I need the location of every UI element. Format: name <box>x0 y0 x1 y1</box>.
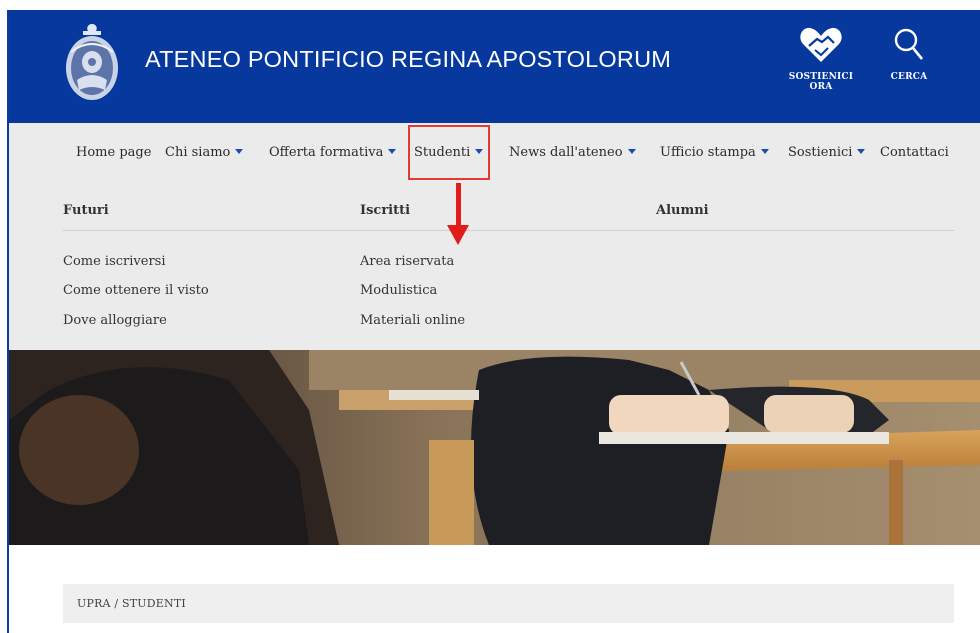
caret-down-icon <box>388 149 397 154</box>
nav-label: Contattaci <box>880 145 949 160</box>
nav-label: News dall'ateneo <box>509 145 623 160</box>
menu-column-heading-alumni[interactable]: Alumni <box>656 203 709 218</box>
caret-down-icon <box>627 149 636 154</box>
nav-label: Ufficio stampa <box>660 145 756 160</box>
nav-label: Sostienici <box>788 145 853 160</box>
search-label: CERCA <box>890 72 928 82</box>
menu-link-come-iscriversi[interactable]: Come iscriversi <box>63 254 166 269</box>
site-header: ATENEO PONTIFICIO REGINA APOSTOLORUM SOS… <box>9 10 980 123</box>
menu-link-materiali-online[interactable]: Materiali online <box>360 313 465 328</box>
menu-link-visto[interactable]: Come ottenere il visto <box>63 283 209 298</box>
menu-link-area-riservata[interactable]: Area riservata <box>360 254 454 269</box>
nav-label: Home page <box>76 145 152 160</box>
crest-logo[interactable] <box>61 22 123 104</box>
support-button[interactable]: SOSTIENICI ORA <box>779 26 863 92</box>
menu-link-modulistica[interactable]: Modulistica <box>360 283 437 298</box>
nav-item-home[interactable]: Home page <box>76 145 151 160</box>
nav-item-ufficio-stampa[interactable]: Ufficio stampa <box>660 145 769 160</box>
menu-column-heading-iscritti: Iscritti <box>360 203 411 218</box>
menu-link-alloggiare[interactable]: Dove alloggiare <box>63 313 167 328</box>
search-button[interactable]: CERCA <box>889 26 929 82</box>
hero-image <box>9 350 980 545</box>
nav-label: Offerta formativa <box>269 145 384 160</box>
page: ATENEO PONTIFICIO REGINA APOSTOLORUM SOS… <box>9 10 980 633</box>
menu-divider <box>63 230 954 231</box>
nav-item-contattaci[interactable]: Contattaci <box>880 145 949 160</box>
nav-item-sostienici[interactable]: Sostienici <box>788 145 866 160</box>
breadcrumb: UPRA / STUDENTI <box>63 584 954 623</box>
nav-label: Chi siamo <box>165 145 231 160</box>
heart-handshake-icon <box>800 27 842 62</box>
annotation-arrow-head <box>447 225 469 245</box>
nav-item-chi-siamo[interactable]: Chi siamo <box>165 145 244 160</box>
caret-down-icon <box>857 149 866 154</box>
site-title[interactable]: ATENEO PONTIFICIO REGINA APOSTOLORUM <box>145 46 671 73</box>
annotation-highlight-box <box>408 125 490 180</box>
hero-photo-students <box>9 350 980 545</box>
nav-item-offerta-formativa[interactable]: Offerta formativa <box>269 145 397 160</box>
breadcrumb-text[interactable]: UPRA / STUDENTI <box>77 597 186 610</box>
caret-down-icon <box>235 149 244 154</box>
menu-column-heading-futuri: Futuri <box>63 203 109 218</box>
search-icon <box>894 28 924 60</box>
caret-down-icon <box>760 149 769 154</box>
annotation-arrow <box>456 183 461 227</box>
main-nav: Home page Chi siamo Offerta formativa St… <box>9 123 980 183</box>
studenti-dropdown-menu: Futuri Iscritti Alumni Come iscriversi C… <box>9 183 980 350</box>
nav-item-news[interactable]: News dall'ateneo <box>509 145 636 160</box>
support-label: SOSTIENICI ORA <box>788 72 854 92</box>
